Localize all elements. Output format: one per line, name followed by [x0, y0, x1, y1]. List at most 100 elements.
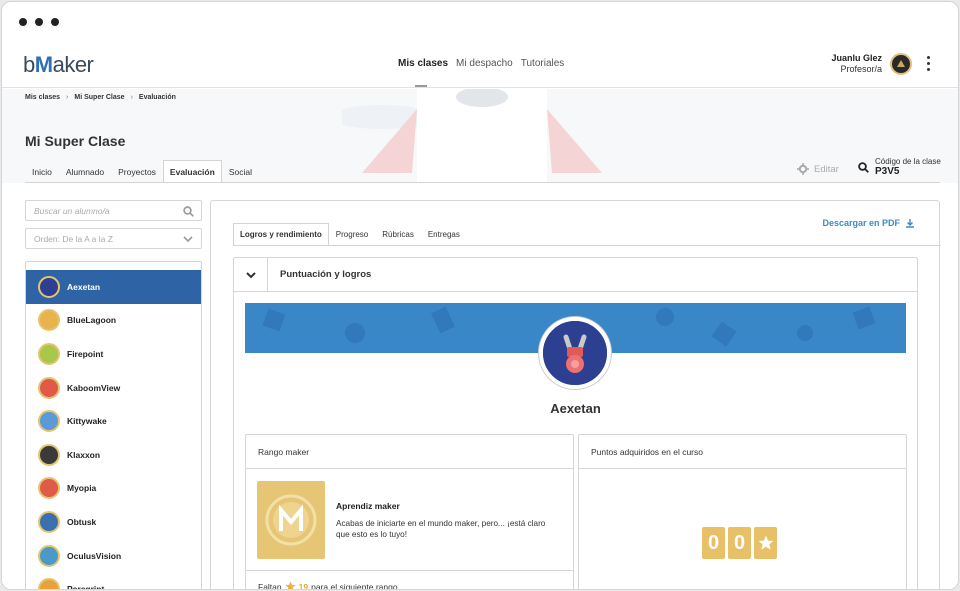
tab-evaluacion[interactable]: Evaluación	[162, 160, 222, 183]
student-name-label: Aexetan	[67, 281, 101, 292]
download-label: Descargar en PDF	[822, 218, 900, 228]
points-digit: 0	[702, 527, 725, 559]
rank-card-divider	[246, 570, 573, 571]
student-avatar-icon	[38, 578, 60, 589]
main-nav: Mis clases Mi despacho Tutoriales	[398, 58, 564, 69]
class-code-label: Código de la clase	[875, 157, 941, 166]
search-icon[interactable]	[858, 161, 869, 173]
breadcrumb-mis-clases[interactable]: Mis clases	[25, 94, 60, 101]
student-name-label: Peregrint	[67, 584, 105, 590]
student-name: Aexetan	[550, 401, 601, 416]
student-item[interactable]: Firepoint	[26, 337, 201, 371]
collapse-toggle[interactable]	[234, 257, 268, 292]
order-value: Orden: De la A a la Z	[34, 234, 113, 244]
window-controls	[19, 18, 59, 26]
user-avatar[interactable]	[890, 53, 912, 75]
download-icon	[906, 219, 914, 228]
user-info[interactable]: Juanlu Glez Profesor/a	[831, 53, 882, 75]
app-window: bMaker Mis clases Mi despacho Tutoriales…	[1, 1, 959, 590]
student-name-label: Firepoint	[67, 348, 104, 359]
student-item[interactable]: BlueLagoon	[26, 304, 201, 338]
tab-inicio[interactable]: Inicio	[25, 160, 59, 183]
subtab-logros[interactable]: Logros y rendimiento	[233, 223, 329, 245]
bmaker-logo[interactable]: bMaker	[23, 52, 94, 78]
student-avatar-icon	[38, 510, 60, 533]
window-dot-2[interactable]	[35, 18, 43, 26]
subtabs-divider	[233, 245, 941, 246]
student-name-label: Obtusk	[67, 516, 97, 527]
selection-pointer	[202, 278, 209, 292]
student-avatar-icon	[38, 544, 60, 567]
student-item[interactable]: OculusVision	[26, 539, 201, 573]
missing-suffix: para el siguiente rango	[311, 581, 398, 590]
student-item[interactable]: Obtusk	[26, 505, 201, 539]
section-header[interactable]: Puntuación y logros	[234, 257, 917, 292]
student-name-label: KaboomView	[67, 382, 121, 393]
points-star-icon	[754, 527, 777, 559]
student-name-label: Myopia	[67, 483, 97, 494]
rank-badge-icon	[257, 481, 325, 559]
chevron-down-icon	[183, 236, 193, 243]
edit-button[interactable]: Editar	[797, 163, 839, 175]
more-menu-icon[interactable]	[927, 56, 931, 74]
star-icon	[285, 581, 296, 589]
student-item[interactable]: Peregrint	[26, 572, 201, 590]
section-title: Puntuación y logros	[280, 269, 372, 280]
student-item[interactable]: Klaxxon	[26, 438, 201, 472]
student-search-input[interactable]: Buscar un alumno/a	[25, 200, 202, 221]
points-card: Puntos adquiridos en el curso 0 0	[578, 434, 907, 589]
student-name-label: Kittywake	[67, 416, 107, 427]
tab-proyectos[interactable]: Proyectos	[111, 160, 163, 183]
student-avatar-icon	[38, 275, 60, 298]
evaluation-subtabs: Logros y rendimiento Progreso Rúbricas E…	[233, 223, 467, 245]
rank-card: Rango maker Aprendiz maker Acabas de ini…	[245, 434, 574, 590]
nav-mis-clases[interactable]: Mis clases	[398, 58, 448, 69]
subtab-rubricas[interactable]: Rúbricas	[375, 223, 421, 245]
page-title: Mi Super Clase	[25, 133, 126, 149]
missing-points-value: 19	[298, 581, 309, 590]
points-to-next-rank: Faltan 19 para el siguiente rango	[258, 581, 398, 590]
student-item[interactable]: Kittywake	[26, 404, 201, 438]
nav-mi-despacho[interactable]: Mi despacho	[456, 58, 513, 69]
subtab-entregas[interactable]: Entregas	[421, 223, 467, 245]
nav-active-indicator	[415, 85, 427, 87]
student-name-label: Klaxxon	[67, 449, 101, 460]
points-card-title: Puntos adquiridos en el curso	[579, 435, 906, 469]
student-item[interactable]: Myopia	[26, 472, 201, 506]
points-counter: 0 0	[702, 527, 777, 559]
student-avatar-icon	[38, 477, 60, 500]
class-code: Código de la clase P3V5	[858, 157, 941, 177]
nav-tutoriales[interactable]: Tutoriales	[521, 58, 565, 69]
breadcrumb-clase[interactable]: Mi Super Clase	[74, 94, 124, 101]
student-name-label: BlueLagoon	[67, 315, 117, 326]
student-name-label: OculusVision	[67, 550, 122, 561]
download-pdf-button[interactable]: Descargar en PDF	[822, 218, 915, 228]
rocket-illustration-icon	[342, 89, 602, 183]
missing-prefix: Faltan	[258, 581, 282, 590]
evaluation-panel: Logros y rendimiento Progreso Rúbricas E…	[210, 200, 941, 590]
student-item[interactable]: KaboomView	[26, 371, 201, 405]
edit-label: Editar	[814, 163, 839, 175]
chevron-down-icon	[245, 271, 256, 278]
tab-social[interactable]: Social	[222, 160, 259, 183]
rank-title: Aprendiz maker	[336, 501, 400, 511]
breadcrumb: Mis clases › Mi Super Clase › Evaluación	[25, 94, 176, 101]
points-digit: 0	[728, 527, 751, 559]
top-bar: bMaker Mis clases Mi despacho Tutoriales…	[2, 42, 958, 88]
window-dot-3[interactable]	[51, 18, 59, 26]
rank-card-title: Rango maker	[246, 435, 573, 469]
tab-alumnado[interactable]: Alumnado	[59, 160, 111, 183]
window-dot-1[interactable]	[19, 18, 27, 26]
subtab-progreso[interactable]: Progreso	[329, 223, 375, 245]
order-select[interactable]: Orden: De la A a la Z	[25, 228, 202, 249]
student-avatar-icon	[38, 342, 60, 365]
rank-description: Acabas de iniciarte en el mundo maker, p…	[336, 519, 546, 539]
user-role: Profesor/a	[840, 64, 882, 74]
class-tabs: Inicio Alumnado Proyectos Evaluación Soc…	[25, 160, 259, 183]
student-item[interactable]: Aexetan	[26, 270, 201, 304]
score-achievements-section: Puntuación y logros Aexetan Rango maker …	[233, 257, 918, 590]
student-list: Aexetan BlueLagoon Firepoint KaboomView Kitt…	[25, 261, 202, 590]
breadcrumb-current: Evaluación	[138, 94, 176, 101]
search-placeholder: Buscar un alumno/a	[34, 206, 110, 216]
student-avatar	[539, 317, 611, 389]
